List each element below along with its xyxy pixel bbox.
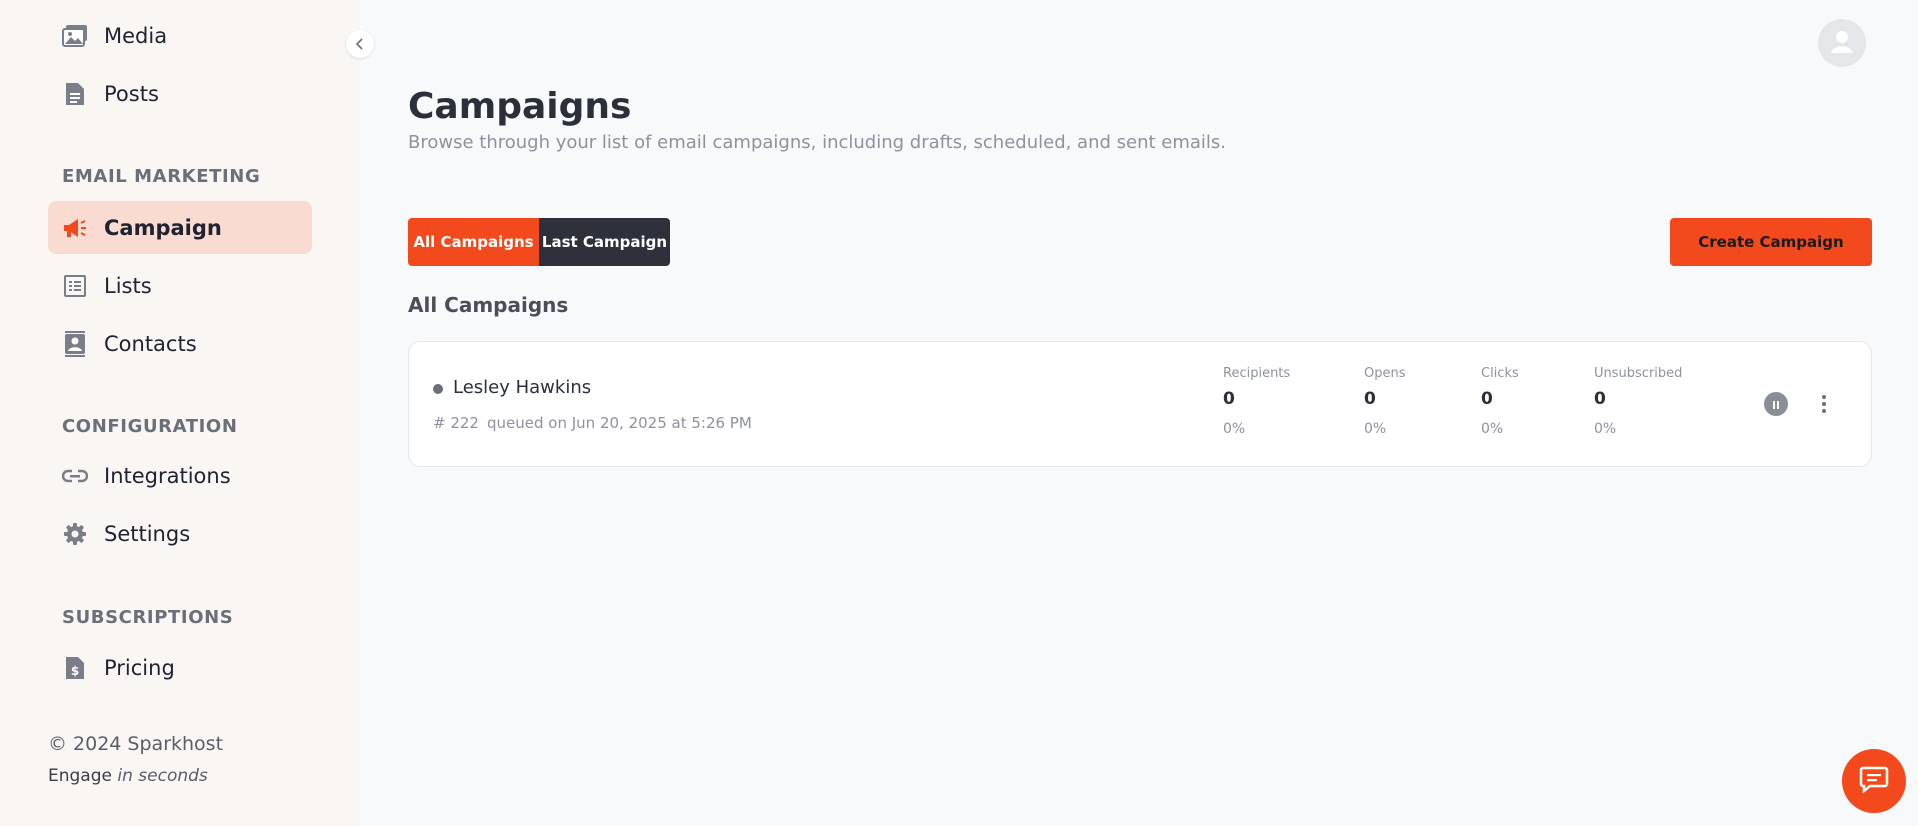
section-title-configuration: CONFIGURATION [62,416,238,437]
sidebar: Media Posts EMAIL MARKETING Campaign Lis… [0,0,360,826]
sidebar-collapse-button[interactable] [346,30,374,58]
sidebar-item-contacts[interactable]: Contacts [48,317,312,370]
campaign-name: Lesley Hawkins [453,377,592,398]
sidebar-item-label: Media [104,23,168,48]
sidebar-item-label: Integrations [104,463,231,488]
chat-icon [1859,765,1889,797]
sidebar-item-campaign[interactable]: Campaign [48,201,312,254]
stat-label: Recipients [1223,366,1291,381]
kebab-dot [1822,409,1826,413]
sidebar-item-media[interactable]: Media [48,9,312,62]
chevron-left-icon [355,35,365,54]
stat-recipients: Recipients 0 0% [1223,366,1290,437]
stat-value: 0 [1223,389,1235,409]
link-icon [62,463,88,489]
filter-all-campaigns-button[interactable]: All Campaigns [408,218,539,266]
filter-last-campaign-button[interactable]: Last Campaign [539,218,670,266]
stat-value: 0 [1481,389,1493,409]
stat-clicks: Clicks 0 0% [1481,366,1519,437]
pause-button[interactable] [1764,392,1788,416]
sidebar-item-posts[interactable]: Posts [48,67,312,120]
stat-value: 0 [1594,389,1606,409]
pause-icon [1771,395,1781,414]
document-icon [62,81,88,107]
stat-label: Opens [1364,366,1406,381]
status-dot [433,384,443,394]
avatar[interactable] [1818,19,1866,67]
section-title-email-marketing: EMAIL MARKETING [62,166,261,187]
list-heading: All Campaigns [408,293,569,317]
campaign-card[interactable]: Lesley Hawkins # 222 queued on Jun 20, 2… [408,341,1872,467]
sidebar-item-lists[interactable]: Lists [48,259,312,312]
page-subtitle: Browse through your list of email campai… [408,132,1227,153]
kebab-dot [1822,402,1826,406]
footer-tagline: Engage in seconds [48,766,208,786]
stat-label: Clicks [1481,366,1519,381]
stat-value: 0 [1364,389,1376,409]
create-campaign-button[interactable]: Create Campaign [1670,218,1872,266]
user-icon [1827,26,1857,60]
svg-text:$: $ [71,664,79,678]
sidebar-item-integrations[interactable]: Integrations [48,449,312,502]
sidebar-item-label: Lists [104,273,152,298]
sidebar-item-settings[interactable]: Settings [48,507,312,560]
stat-opens: Opens 0 0% [1364,366,1406,437]
section-title-subscriptions: SUBSCRIPTIONS [62,607,234,628]
stat-percent: 0% [1594,421,1617,437]
gear-icon [62,521,88,547]
stat-percent: 0% [1223,421,1246,437]
footer-tagline-prefix: Engage [48,766,112,786]
sidebar-item-label: Contacts [104,331,197,356]
stat-percent: 0% [1481,421,1504,437]
page-title: Campaigns [408,86,632,127]
invoice-icon: $ [62,655,88,681]
chat-support-button[interactable] [1842,749,1906,813]
campaign-status-meta: queued on Jun 20, 2025 at 5:26 PM [487,414,752,432]
sidebar-item-pricing[interactable]: $ Pricing [48,641,312,694]
megaphone-icon [62,215,88,241]
footer-tagline-emphasis: in seconds [117,766,208,786]
stat-label: Unsubscribed [1594,366,1683,381]
footer-copyright: © 2024 Sparkhost [48,733,224,755]
contact-card-icon [62,330,88,357]
sidebar-item-label: Pricing [104,655,175,680]
sidebar-item-label: Settings [104,521,191,546]
sidebar-item-label: Campaign [104,215,222,240]
list-icon [62,273,88,299]
stat-percent: 0% [1364,421,1387,437]
more-options-button[interactable] [1813,390,1835,418]
kebab-dot [1822,395,1826,399]
image-icon [62,23,88,49]
stat-unsubscribed: Unsubscribed 0 0% [1594,366,1682,437]
campaign-id: # 222 [433,414,479,432]
sidebar-item-label: Posts [104,81,159,106]
